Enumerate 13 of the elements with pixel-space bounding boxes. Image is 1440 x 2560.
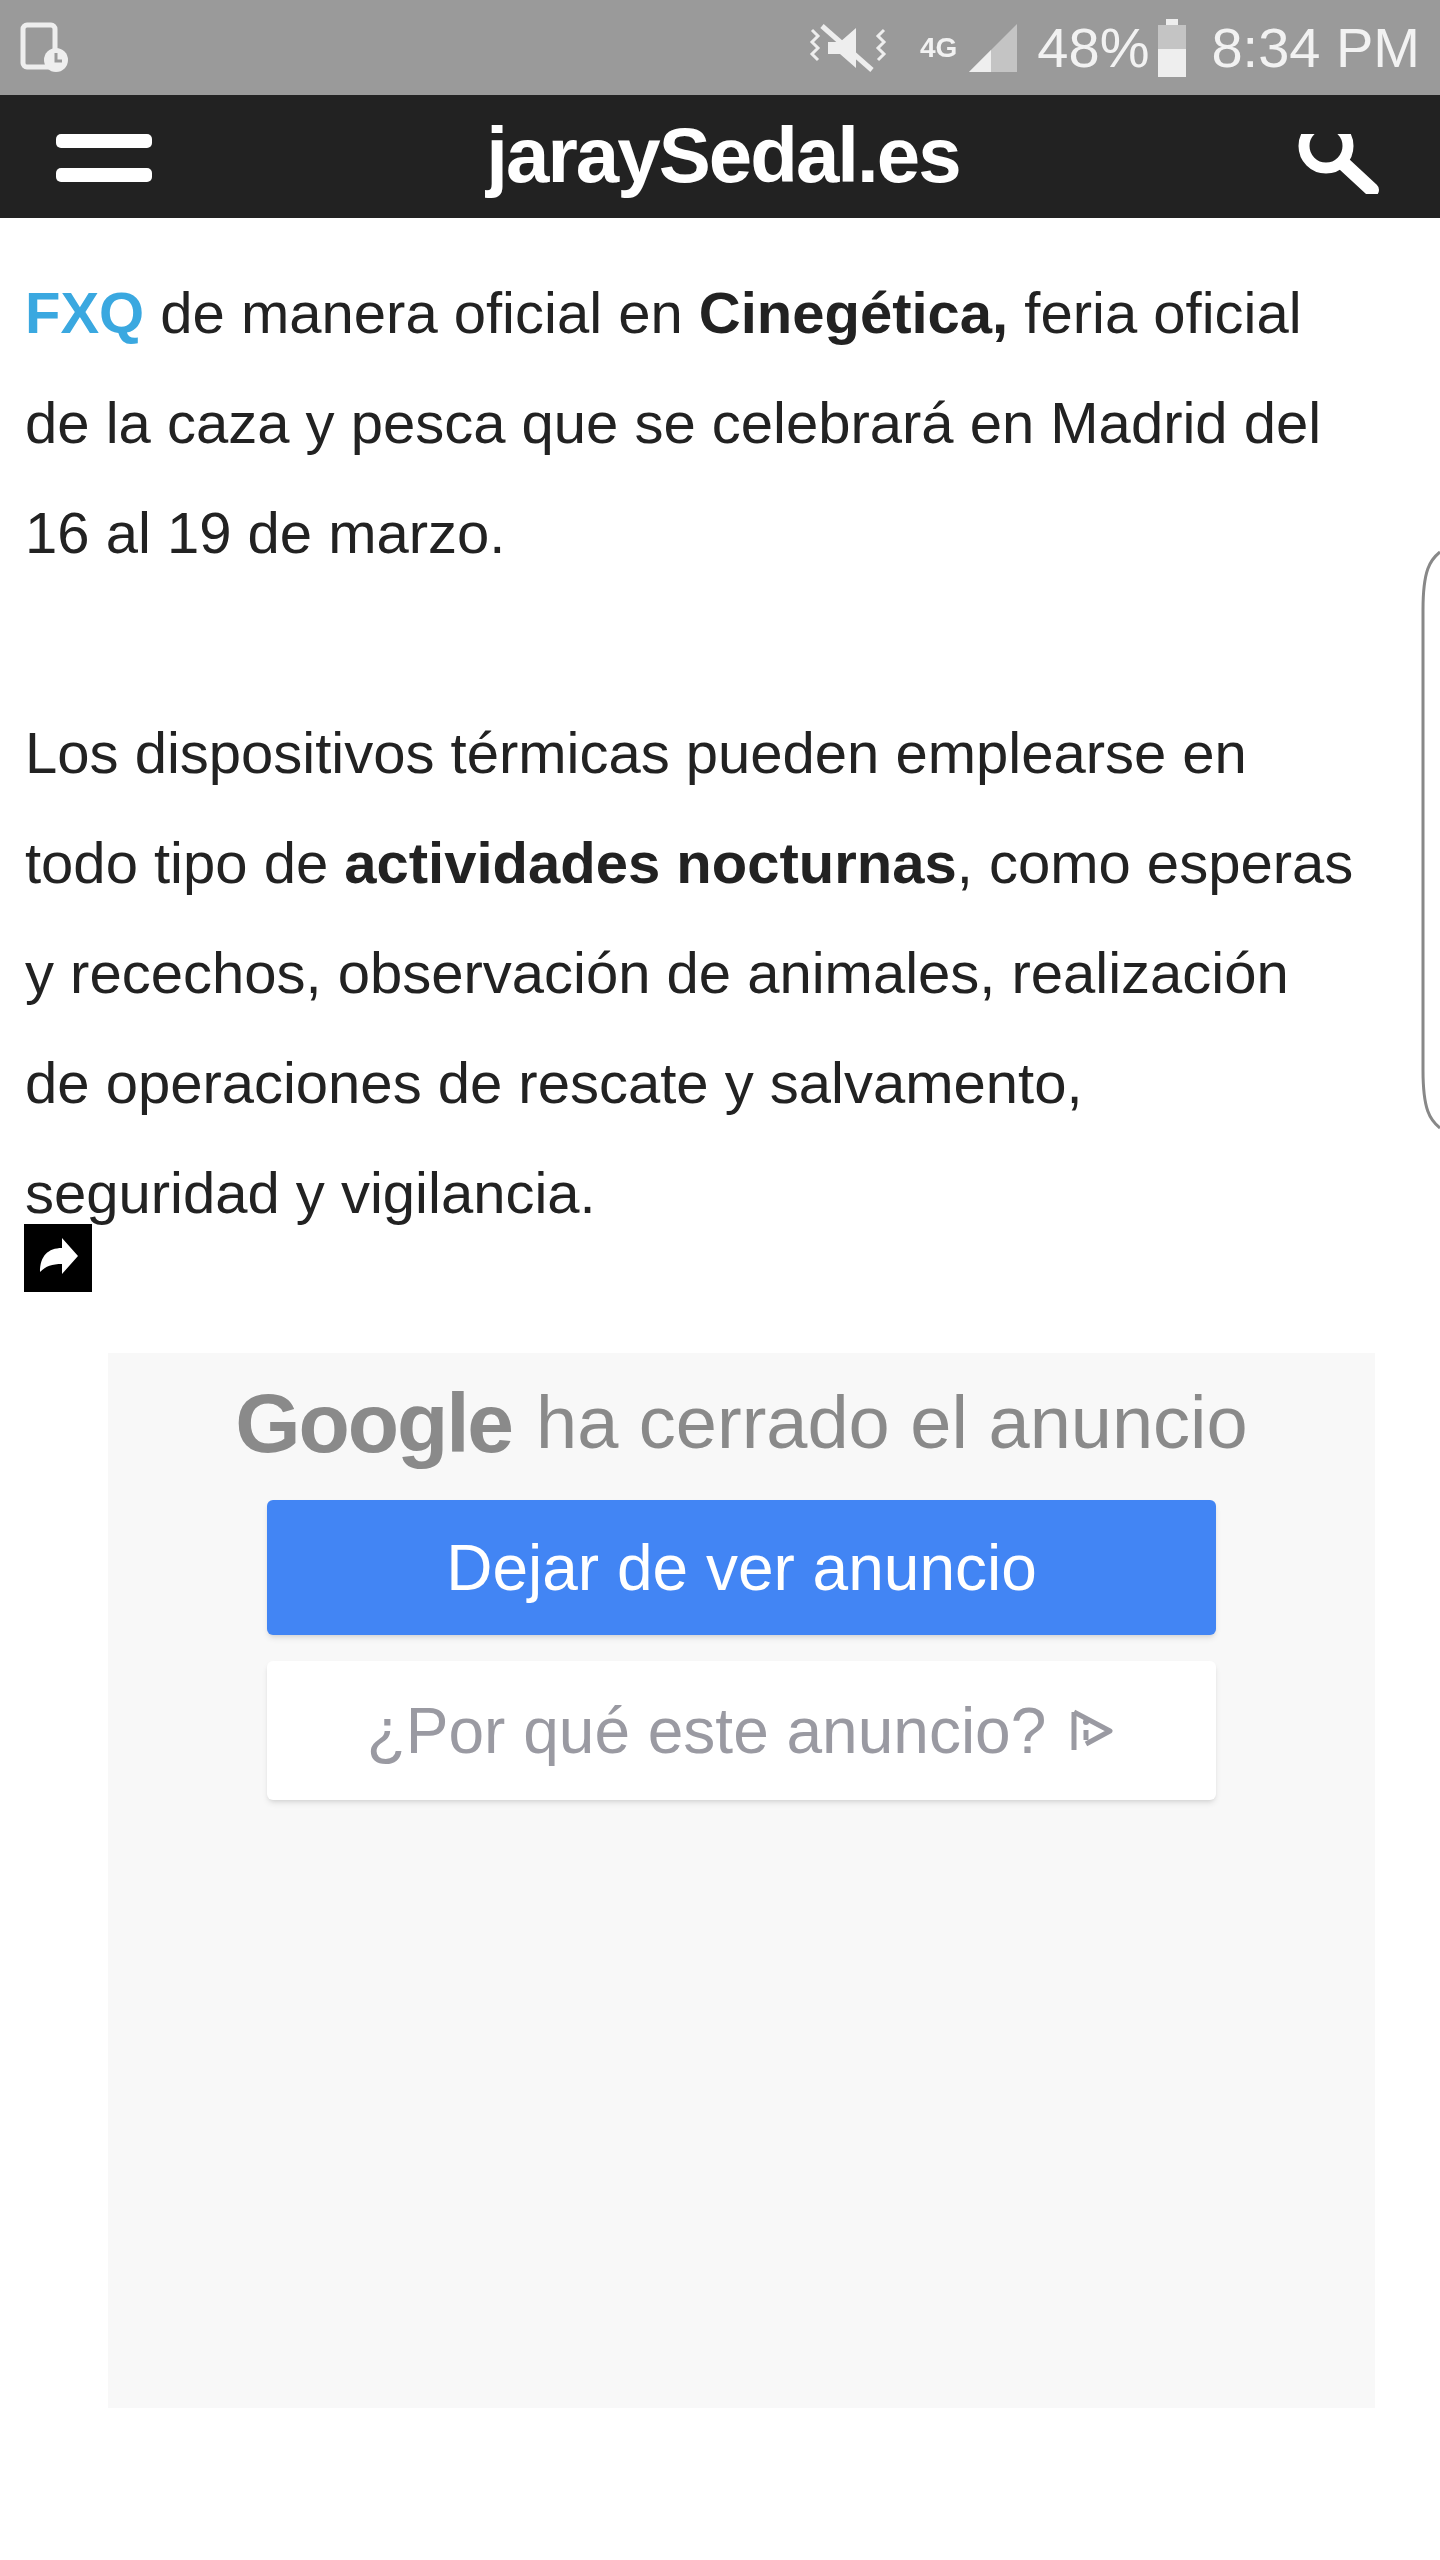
battery-icon xyxy=(1157,18,1188,77)
clock-time: 8:34 PM xyxy=(1211,19,1420,76)
article-paragraph: Los dispositivos térmicas pueden emplearse en todo tipo de actividades nocturnas, como esperas y recechos, observación de animales, realización de operaciones de rescate y salvamento, seguridad y vigilancia. xyxy=(25,719,1354,1227)
article-paragraph: FXQ de manera oficial en Cinegética, feria oficial de la caza y pesca que se celebrará en Madrid del 16 al 19 de marzo. xyxy=(25,279,1322,567)
edge-handle[interactable] xyxy=(1420,550,1440,1130)
google-logo: Google xyxy=(235,1374,512,1472)
stop-ad-button[interactable]: Dejar de ver anuncio xyxy=(267,1500,1216,1635)
ad-closed-message: ha cerrado el anuncio xyxy=(536,1386,1248,1460)
battery-percent: 48% xyxy=(1037,19,1150,76)
network-type: 4G xyxy=(920,33,958,62)
product-link[interactable]: FXQ xyxy=(25,280,145,345)
why-ad-button[interactable]: ¿Por qué este anuncio? xyxy=(267,1661,1216,1800)
screen-clock-icon xyxy=(20,21,70,74)
